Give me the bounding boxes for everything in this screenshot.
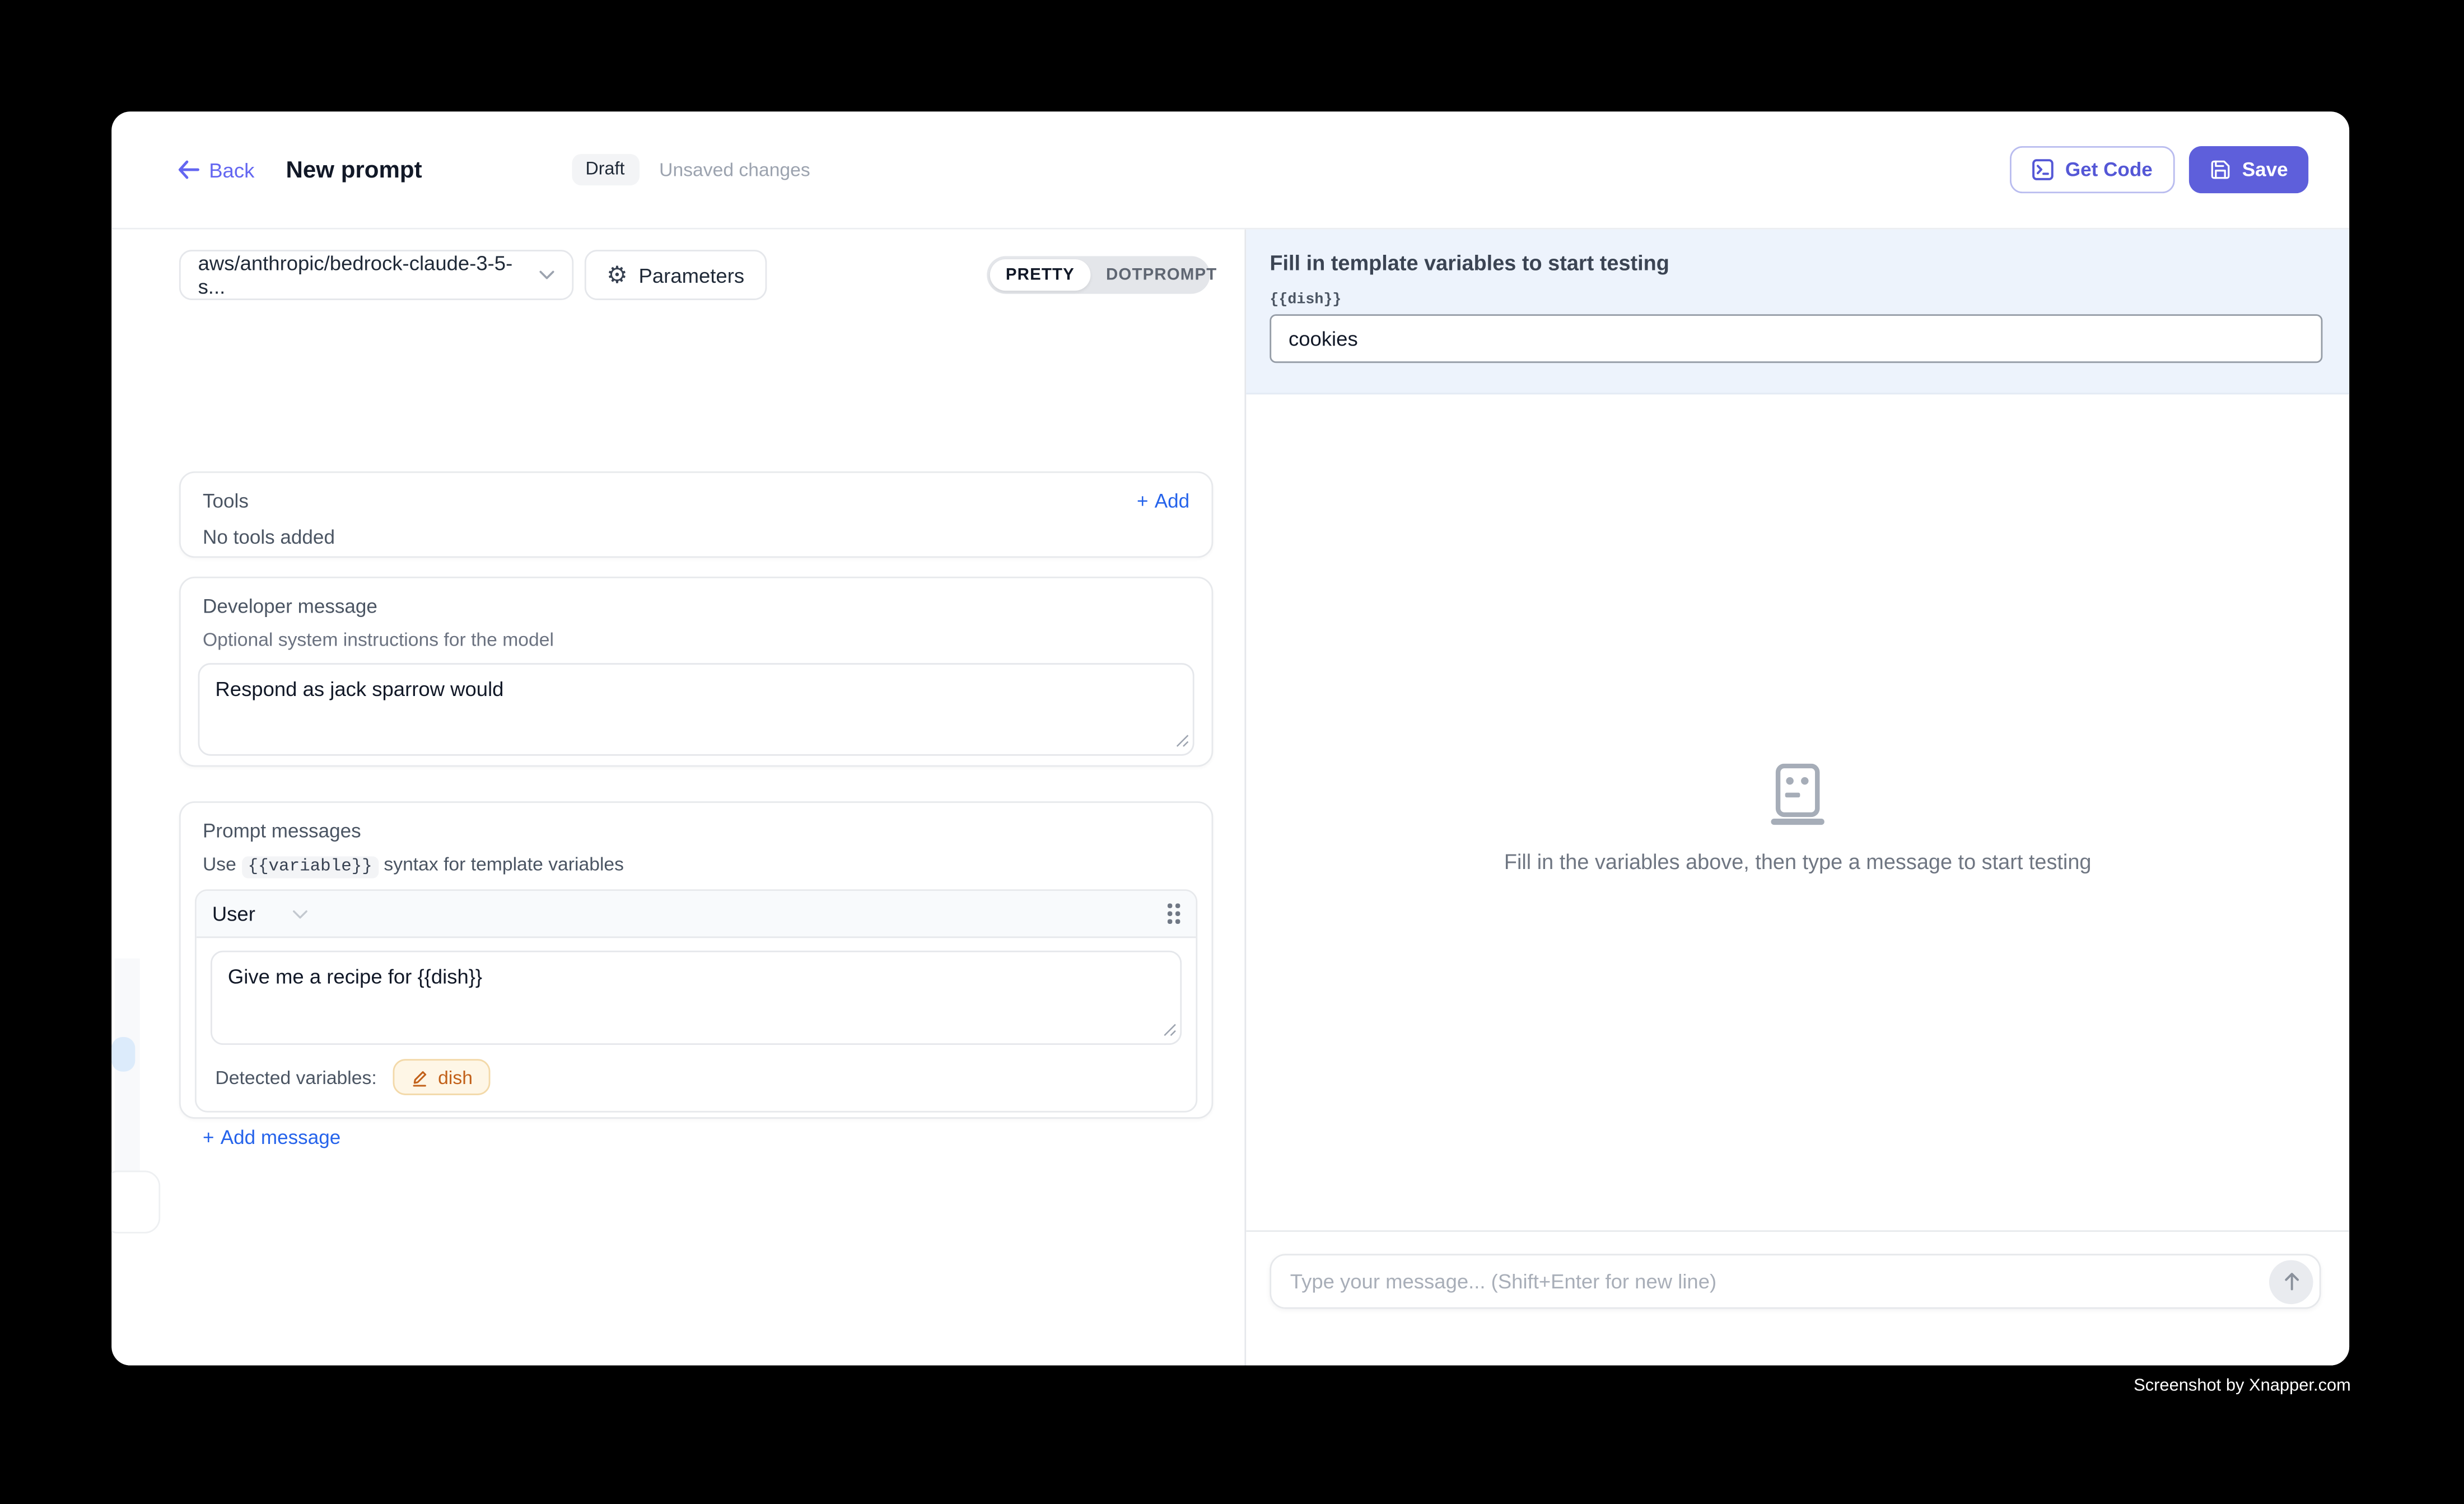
get-code-button[interactable]: Get Code xyxy=(2010,146,2174,193)
variable-chip-dish[interactable]: dish xyxy=(393,1059,490,1095)
message-textarea[interactable]: Give me a recipe for {{dish}} xyxy=(211,951,1182,1045)
send-arrow-icon xyxy=(2281,1271,2301,1291)
robot-icon xyxy=(1771,764,1824,825)
add-message-label: Add message xyxy=(221,1127,340,1148)
back-label: Back xyxy=(209,158,254,181)
status-badge: Draft xyxy=(571,154,638,185)
prompt-messages-title: Prompt messages xyxy=(195,820,1197,842)
syntax-hint-prefix: Use xyxy=(203,853,236,875)
developer-message-subtitle: Optional system instructions for the mod… xyxy=(198,628,1194,650)
save-label: Save xyxy=(2242,158,2288,180)
chat-input-bar xyxy=(1246,1230,2349,1365)
model-toolbar: aws/anthropic/bedrock-claude-3-5-s... ⚙ … xyxy=(179,250,767,300)
empty-state-text: Fill in the variables above, then type a… xyxy=(1504,850,2092,874)
sidebar-card-fragment xyxy=(111,1171,160,1234)
plus-icon: + xyxy=(203,1127,214,1148)
plus-icon: + xyxy=(1137,491,1149,512)
prompt-editor-pane: aws/anthropic/bedrock-claude-3-5-s... ⚙ … xyxy=(111,230,1244,1366)
parameters-label: Parameters xyxy=(639,263,745,287)
terminal-icon xyxy=(2032,158,2054,180)
message-body: Give me a recipe for {{dish}} xyxy=(197,938,1196,1045)
screenshot-stage: Back New prompt Draft Unsaved changes Ge… xyxy=(0,0,2464,1503)
detected-variables-row: Detected variables: dish xyxy=(197,1045,1196,1111)
chat-message-input[interactable] xyxy=(1271,1269,2269,1293)
syntax-hint: Use {{variable}} syntax for template var… xyxy=(195,853,1197,877)
add-message-button[interactable]: + Add message xyxy=(195,1127,1197,1148)
test-pane: Fill in template variables to start test… xyxy=(1244,230,2349,1366)
message-block: User Give me a recipe for {{dish}} xyxy=(195,889,1197,1112)
syntax-hint-suffix: syntax for template variables xyxy=(384,853,624,875)
prompt-messages-card: Prompt messages Use {{variable}} syntax … xyxy=(179,801,1213,1119)
get-code-label: Get Code xyxy=(2065,158,2153,180)
watermark-text: Screenshot by Xnapper.com xyxy=(2134,1376,2351,1395)
role-selector-value: User xyxy=(212,902,255,926)
save-button[interactable]: Save xyxy=(2188,146,2308,193)
add-tool-button[interactable]: + Add xyxy=(1137,491,1189,512)
gear-icon: ⚙ xyxy=(606,263,628,287)
developer-message-textarea[interactable]: Respond as jack sparrow would xyxy=(198,663,1194,756)
tools-empty-text: No tools added xyxy=(203,526,1189,548)
view-mode-toggle: PRETTY DOTPROMPT xyxy=(987,256,1210,293)
developer-message-card: Developer message Optional system instru… xyxy=(179,577,1213,767)
variable-chip-label: dish xyxy=(438,1066,473,1088)
detected-variables-label: Detected variables: xyxy=(215,1066,376,1088)
developer-message-title: Developer message xyxy=(198,596,1194,618)
unsaved-changes-text: Unsaved changes xyxy=(659,158,810,180)
model-selector-value: aws/anthropic/bedrock-claude-3-5-s... xyxy=(198,251,539,298)
add-tool-label: Add xyxy=(1155,491,1189,512)
tools-title: Tools xyxy=(203,491,249,512)
toggle-option-pretty[interactable]: PRETTY xyxy=(990,259,1090,291)
back-button[interactable]: Back xyxy=(178,158,254,181)
template-variables-section: Fill in template variables to start test… xyxy=(1246,230,2349,395)
tools-card-header: Tools + Add xyxy=(203,491,1189,512)
header-bar: Back New prompt Draft Unsaved changes Ge… xyxy=(111,111,2349,229)
drag-handle-icon[interactable] xyxy=(1168,904,1180,924)
tools-card: Tools + Add No tools added xyxy=(179,471,1213,558)
chat-input-container xyxy=(1270,1254,2321,1309)
toggle-option-dotprompt[interactable]: DOTPROMPT xyxy=(1090,259,1233,291)
parameters-button[interactable]: ⚙ Parameters xyxy=(585,250,767,300)
variable-value-input[interactable] xyxy=(1270,314,2322,363)
back-arrow-icon xyxy=(178,160,199,179)
message-header: User xyxy=(197,891,1196,938)
variables-section-title: Fill in template variables to start test… xyxy=(1270,251,2321,275)
pencil-icon xyxy=(410,1068,429,1087)
page-title: New prompt xyxy=(286,156,422,183)
chat-empty-state: Fill in the variables above, then type a… xyxy=(1246,764,2349,874)
model-selector[interactable]: aws/anthropic/bedrock-claude-3-5-s... xyxy=(179,250,573,300)
chevron-down-icon xyxy=(293,909,309,918)
send-button[interactable] xyxy=(2269,1259,2313,1304)
app-window: Back New prompt Draft Unsaved changes Ge… xyxy=(111,111,2349,1365)
role-selector[interactable]: User xyxy=(212,902,309,926)
variable-key-label: {{dish}} xyxy=(1270,291,2321,308)
save-icon xyxy=(2209,158,2231,180)
sidebar-highlight-fragment xyxy=(111,1037,135,1072)
variable-syntax-chip: {{variable}} xyxy=(241,856,379,878)
chevron-down-icon xyxy=(539,270,555,280)
